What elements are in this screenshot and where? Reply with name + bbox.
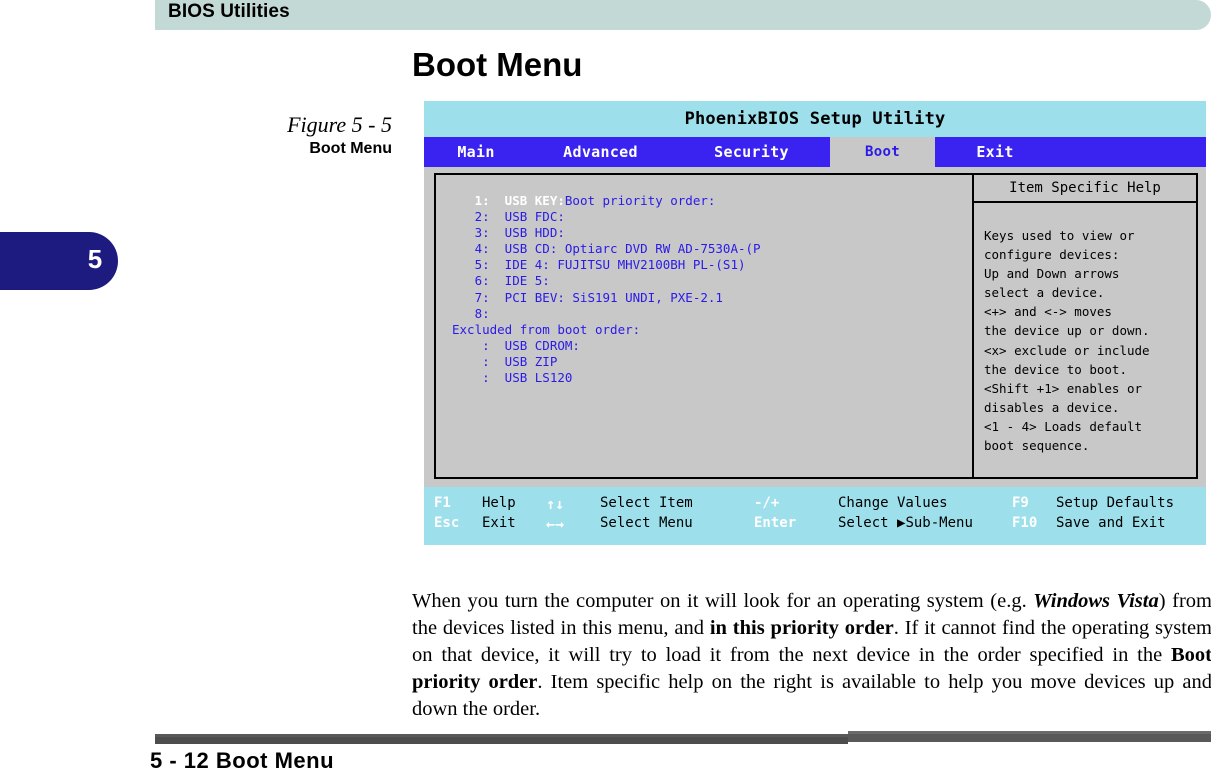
tab-boot[interactable]: Boot (830, 137, 935, 167)
key-esc-action: Exit (482, 515, 516, 531)
paragraph-part-1: When you turn the computer on it will lo… (412, 589, 1034, 612)
paragraph-emphasis-windows-vista: Windows Vista (1033, 589, 1159, 612)
key-esc[interactable]: Esc (434, 515, 480, 531)
key-f10-action: Save and Exit (1056, 515, 1166, 531)
tab-exit-label: Exit (976, 143, 1014, 161)
page-header-band (155, 0, 1211, 30)
item-specific-help-text: Keys used to view or configure devices: … (984, 228, 1150, 454)
item-specific-help-title-label: Item Specific Help (1009, 180, 1161, 196)
key-f9[interactable]: F9 (1012, 495, 1062, 511)
key-f10[interactable]: F10 (1012, 515, 1062, 531)
tab-advanced[interactable]: Advanced (528, 137, 673, 167)
page-header-title: BIOS Utilities (168, 1, 290, 22)
page-title: Boot Menu (412, 46, 583, 83)
footer-rule-front (155, 737, 848, 744)
bios-body: 1: USB KEY:Boot priority order: 2: USB F… (424, 167, 1206, 487)
key-f1-action: Help (482, 495, 516, 511)
bios-function-key-bar: F1 Help ↑↓ Select Item -/+ Change Values… (424, 487, 1206, 545)
select-submenu-suffix: Sub-Menu (905, 515, 973, 531)
change-values-label: Change Values (838, 495, 948, 511)
key-minus-plus[interactable]: -/+ (754, 495, 844, 511)
select-item-label: Select Item (600, 495, 693, 511)
boot-order-box: 1: USB KEY:Boot priority order: 2: USB F… (434, 173, 974, 479)
tab-boot-label: Boot (865, 144, 900, 160)
boot-list-rows[interactable]: Boot priority order: 2: USB FDC: 3: USB … (452, 193, 761, 385)
page-footer-text: 5 - 12 Boot Menu (150, 748, 335, 773)
function-key-row-2: Esc Exit ←→ Select Menu Enter Select ▶Su… (424, 515, 1206, 535)
tab-security[interactable]: Security (673, 137, 830, 167)
tab-main-label: Main (457, 143, 495, 161)
key-enter[interactable]: Enter (754, 515, 844, 531)
tab-security-label: Security (714, 143, 789, 161)
select-submenu-prefix: Select (838, 515, 898, 531)
select-menu-label: Select Menu (600, 515, 693, 531)
chapter-tab-number: 5 (87, 244, 103, 274)
bios-title: PhoenixBIOS Setup Utility (684, 109, 946, 129)
key-f1[interactable]: F1 (434, 495, 480, 511)
select-submenu-label: Select ▶Sub-Menu (838, 515, 1028, 531)
tab-advanced-label: Advanced (563, 143, 638, 161)
bios-menubar: Main Advanced Security Boot Exit (424, 137, 1206, 167)
figure-caption: Figure 5 - 5 Boot Menu (150, 112, 392, 159)
key-f9-action: Setup Defaults (1056, 495, 1175, 511)
bios-setup-panel: PhoenixBIOS Setup Utility Main Advanced … (424, 101, 1206, 554)
tab-exit[interactable]: Exit (935, 137, 1055, 167)
boot-order-list[interactable]: 1: USB KEY:Boot priority order: 2: USB F… (436, 175, 972, 386)
item-specific-help-box: Item Specific Help Keys used to view or … (972, 173, 1198, 479)
up-down-arrows-icon: ↑↓ (546, 495, 565, 513)
item-specific-help-title: Item Specific Help (972, 173, 1198, 203)
boot-list-selected-row[interactable]: 1: USB KEY: (452, 193, 565, 208)
paragraph-emphasis-priority-order: in this priority order (709, 616, 894, 639)
bios-titlebar: PhoenixBIOS Setup Utility (424, 101, 1206, 137)
body-paragraph: When you turn the computer on it will lo… (412, 588, 1211, 723)
left-right-arrows-icon: ←→ (546, 515, 565, 533)
figure-caption-number: Figure 5 - 5 (287, 112, 392, 137)
function-key-row-1: F1 Help ↑↓ Select Item -/+ Change Values… (424, 495, 1206, 515)
tab-main[interactable]: Main (424, 137, 528, 167)
figure-caption-title: Boot Menu (309, 140, 392, 158)
item-specific-help-body: Keys used to view or configure devices: … (972, 203, 1198, 479)
